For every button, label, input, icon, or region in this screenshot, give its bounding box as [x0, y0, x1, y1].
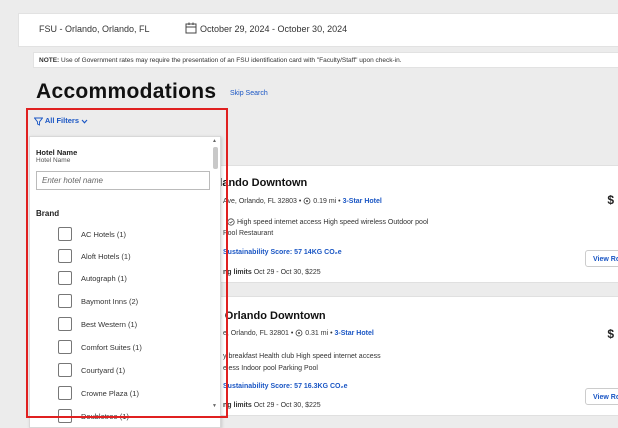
hotel-address-line: e, Orlando, FL 32801 • 0.31 mi • 3-Star … [223, 329, 374, 337]
checkbox[interactable] [58, 386, 72, 400]
checkbox[interactable] [58, 249, 72, 263]
hotel-distance: 0.31 mi • [305, 329, 333, 337]
hotel-name[interactable]: rlando Downtown [215, 177, 307, 189]
hotel-name-filter-subtitle: Hotel Name [36, 157, 71, 164]
hotel-star-rating: 3-Star Hotel [342, 197, 382, 205]
all-filters-toggle[interactable]: All Filters [33, 116, 88, 126]
brand-option-label: Courtyard (1) [81, 366, 126, 375]
search-summary-bar[interactable]: FSU - Orlando, Orlando, FL October 29, 2… [18, 13, 618, 47]
limits-label: ng limits [223, 269, 252, 276]
amenities-line-2: Pool Restaurant [223, 230, 273, 237]
brand-option-label: AC Hotels (1) [81, 230, 127, 239]
limits-label: ng limits [223, 402, 252, 409]
brand-filter-title: Brand [36, 209, 60, 218]
rate-limits: ng limits Oct 29 - Oct 30, $225 [223, 402, 321, 409]
location-pin-icon [295, 329, 303, 337]
view-rooms-button[interactable]: View Ro [585, 388, 618, 405]
filter-icon [33, 117, 44, 126]
limits-text: Oct 29 - Oct 30, $225 [253, 269, 321, 276]
note-label: NOTE: [39, 57, 60, 64]
sustainability-score: Sustainability Score: 57 16.3KG CO₂e [223, 383, 348, 390]
checkbox[interactable] [58, 294, 72, 308]
hotel-address-line: Ave, Orlando, FL 32803 • 0.19 mi • 3-Sta… [223, 197, 382, 205]
sustainability-score: Sustainability Score: 57 14KG CO₂e [223, 249, 342, 256]
page-title: Accommodations [36, 80, 217, 103]
amenities-line-1: y breakfast Health club High speed inter… [223, 353, 381, 360]
hotel-result-card[interactable]: n Orlando Downtown e, Orlando, FL 32801 … [196, 296, 618, 416]
limits-text: Oct 29 - Oct 30, $225 [253, 402, 321, 409]
checkbox[interactable] [58, 363, 72, 377]
hotel-address: e, Orlando, FL 32801 • [223, 329, 294, 337]
skip-search-link[interactable]: Skip Search [230, 90, 268, 97]
hotel-result-card[interactable]: rlando Downtown Ave, Orlando, FL 32803 •… [196, 165, 618, 283]
amenities-text: eless Indoor pool Parking Pool [223, 365, 318, 372]
location-pin-icon [303, 197, 311, 205]
filters-panel: ▲ ▼ Hotel Name Hotel Name Brand AC Hotel… [29, 136, 221, 428]
scroll-down-arrow-icon[interactable]: ▼ [212, 403, 217, 409]
location-text: FSU - Orlando, Orlando, FL [39, 24, 150, 34]
checkbox[interactable] [58, 409, 72, 423]
brand-option-label: Doubletree (1) [81, 412, 129, 421]
amenities-line-2: eless Indoor pool Parking Pool [223, 365, 318, 372]
hotel-price: $ [607, 327, 614, 341]
amenities-line-1: High speed internet access High speed wi… [227, 218, 428, 226]
date-range-text: October 29, 2024 - October 30, 2024 [200, 24, 348, 34]
hotel-name-input[interactable] [36, 171, 210, 190]
hotel-distance: 0.19 mi • [313, 197, 341, 205]
scroll-up-arrow-icon[interactable]: ▲ [212, 138, 217, 144]
amenities-text: Pool Restaurant [223, 230, 274, 237]
all-filters-label: All Filters [44, 116, 79, 125]
checkbox[interactable] [58, 317, 72, 331]
check-circle-icon [227, 218, 235, 226]
hotel-address: Ave, Orlando, FL 32803 • [223, 197, 302, 205]
hotel-star-rating: 3-Star Hotel [334, 329, 374, 337]
brand-option-label: Baymont Inns (2) [81, 297, 139, 306]
checkbox[interactable] [58, 340, 72, 354]
checkbox[interactable] [58, 227, 72, 241]
calendar-icon [185, 22, 197, 34]
hotel-name[interactable]: n Orlando Downtown [215, 310, 326, 322]
hotel-name-filter-title: Hotel Name [36, 148, 78, 157]
amenities-text: y breakfast Health club High speed inter… [223, 353, 381, 360]
note-text: Use of Government rates may require the … [61, 57, 402, 64]
brand-option-label: Autograph (1) [81, 274, 127, 283]
government-rate-note: NOTE: Use of Government rates may requir… [33, 52, 618, 68]
brand-option-label: Best Western (1) [81, 320, 138, 329]
hotel-price: $ [607, 193, 614, 207]
view-rooms-button[interactable]: View Ro [585, 250, 618, 267]
rate-limits: ng limits Oct 29 - Oct 30, $225 [223, 269, 321, 276]
brand-option-label: Crowne Plaza (1) [81, 389, 139, 398]
filters-scrollbar[interactable] [213, 147, 218, 169]
amenities-text: High speed internet access High speed wi… [236, 218, 429, 226]
brand-option-label: Comfort Suites (1) [81, 343, 142, 352]
checkbox[interactable] [58, 271, 72, 285]
chevron-down-icon [81, 119, 88, 124]
brand-option-label: Aloft Hotels (1) [81, 252, 131, 261]
